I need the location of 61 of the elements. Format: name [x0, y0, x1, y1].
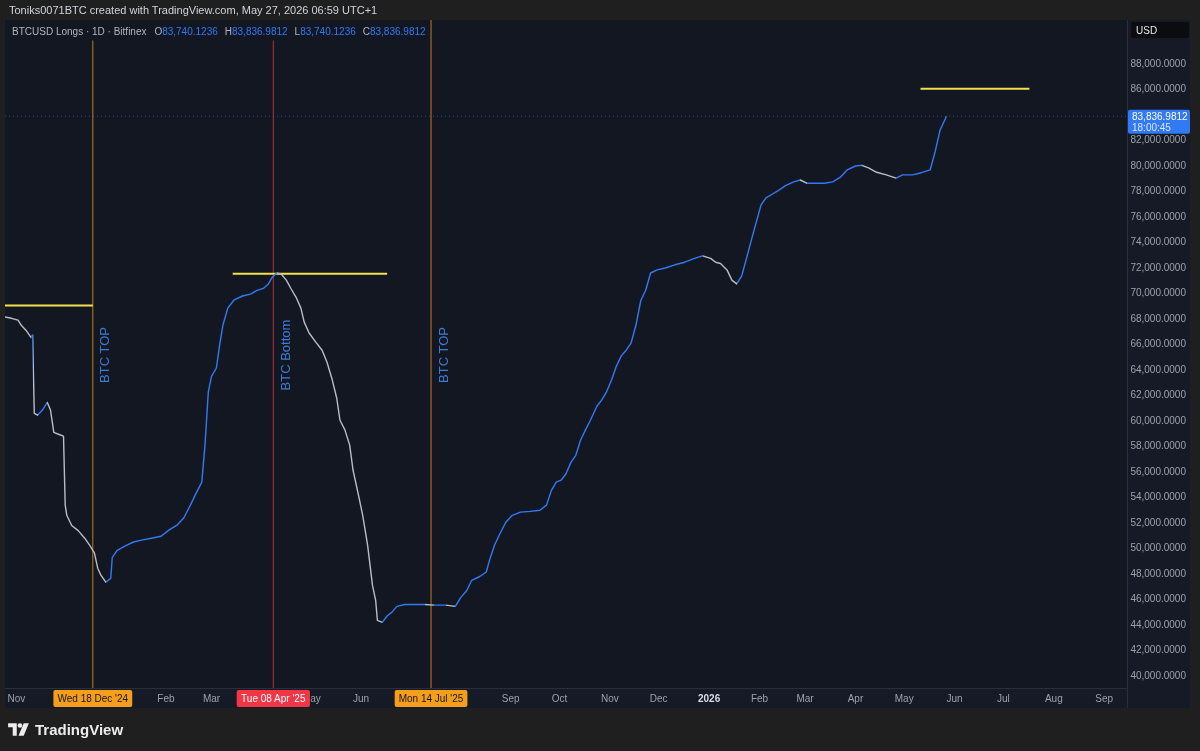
price-tick-label: 52,000.0000 — [1130, 516, 1186, 528]
price-tick-label: 70,000.0000 — [1130, 287, 1186, 299]
date-label: Wed 18 Dec '24 — [53, 690, 133, 707]
time-tick-label: 2026 — [697, 692, 721, 704]
price-tick-label: 58,000.0000 — [1130, 440, 1186, 452]
time-tick-label: Sep — [501, 692, 520, 704]
price-tick-label: 76,000.0000 — [1130, 210, 1186, 222]
attribution-text: Toniks0071BTC created with TradingView.com, May 27, 2026 06:59 UTC+1 — [9, 4, 378, 16]
time-tick-label: Mar — [796, 692, 814, 704]
time-tick-label: May — [894, 692, 914, 704]
price-tick-label: 44,000.0000 — [1130, 618, 1186, 630]
price-tick-label: 42,000.0000 — [1130, 644, 1186, 656]
brand-name: TradingView — [35, 721, 124, 738]
time-tick-label: Feb — [750, 692, 769, 704]
price-tick-label: 48,000.0000 — [1130, 567, 1186, 579]
price-tick-label: 40,000.0000 — [1130, 669, 1186, 681]
annotation-text: BTC TOP — [97, 327, 113, 383]
time-tick-label: Feb — [157, 692, 175, 704]
time-tick-label: Mar — [202, 692, 221, 704]
last-price-label: 83,836.9812 18:00:45 — [1128, 109, 1190, 134]
ohlc-value: C83,836.9812 — [362, 25, 426, 37]
time-tick-label: Aug — [1044, 692, 1063, 704]
price-tick-label: 66,000.0000 — [1130, 338, 1186, 350]
price-tick-label: 64,000.0000 — [1130, 363, 1186, 375]
price-tick-label: 88,000.0000 — [1130, 57, 1186, 69]
price-tick-label: 72,000.0000 — [1130, 261, 1186, 273]
ref-line-label: Tue 08 Apr '25 — [241, 692, 306, 704]
price-tick-label: 46,000.0000 — [1130, 593, 1186, 605]
ohlc-value: O83,740.1236 — [154, 25, 218, 37]
symbol-title: BTCUSD Longs · 1D · Bitfinex — [12, 25, 147, 37]
time-tick-label: Jul — [997, 692, 1010, 704]
annotation-text: BTC TOP — [435, 327, 451, 383]
price-tick-label: 62,000.0000 — [1130, 389, 1186, 401]
price-tick-label: 80,000.0000 — [1130, 159, 1186, 171]
time-tick-label: Dec — [649, 692, 668, 704]
price-tick-label: 60,000.0000 — [1130, 414, 1186, 426]
price-tick-label: 50,000.0000 — [1130, 542, 1186, 554]
ref-line-label: Mon 14 Jul '25 — [398, 692, 464, 704]
time-tick-label: Nov — [601, 692, 619, 704]
ohlc-value: L83,740.1236 — [294, 25, 356, 37]
annotation-text: BTC Bottom — [277, 319, 293, 391]
logo-icon — [8, 722, 29, 737]
time-tick-label: Jun — [946, 692, 963, 704]
time-tick-label: Nov — [7, 692, 26, 704]
currency-label[interactable]: USD — [1131, 22, 1189, 38]
time-tick-label: Oct — [551, 692, 568, 704]
price-tick-label: 74,000.0000 — [1130, 236, 1186, 248]
time-tick-label: Sep — [1095, 692, 1114, 704]
price-tick-label: 56,000.0000 — [1130, 465, 1186, 477]
price-tick-label: 86,000.0000 — [1130, 83, 1186, 95]
date-label: Mon 14 Jul '25 — [394, 690, 468, 707]
time-tick-label: Apr — [847, 692, 864, 704]
price-tick-label: 68,000.0000 — [1130, 312, 1186, 324]
time-tick-label: Jun — [353, 692, 370, 704]
price-tick-label: 54,000.0000 — [1130, 491, 1186, 503]
time-tick-label: ay — [310, 692, 321, 704]
price-tick-label: 78,000.0000 — [1130, 185, 1186, 197]
ref-line-label: Wed 18 Dec '24 — [57, 692, 129, 704]
date-label: Tue 08 Apr '25 — [236, 690, 310, 707]
ohlc-value: H83,836.9812 — [224, 25, 288, 37]
price-tick-label: 82,000.0000 — [1130, 134, 1186, 146]
